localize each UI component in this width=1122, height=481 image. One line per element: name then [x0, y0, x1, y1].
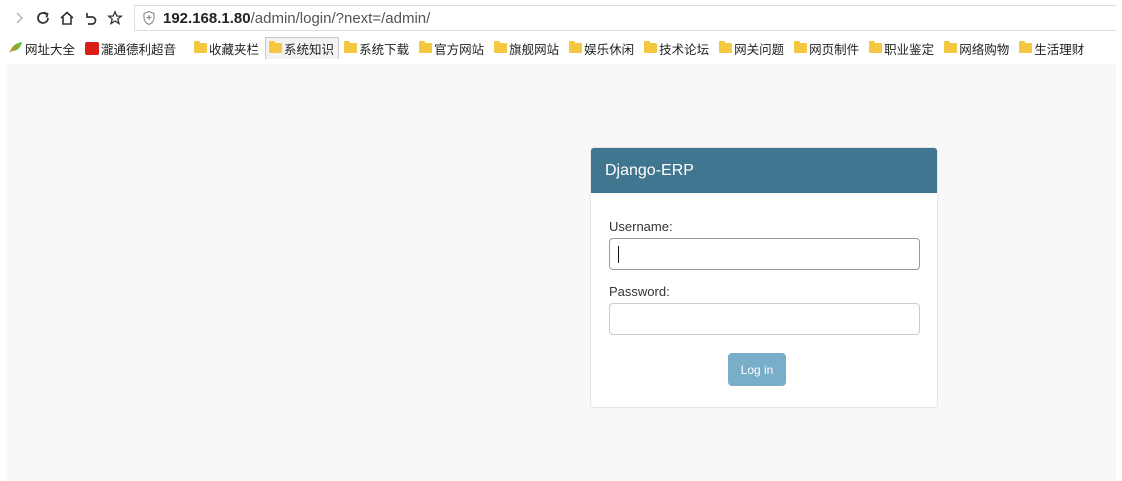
site-title: Django-ERP	[605, 161, 694, 179]
bookmark-label: 生活理财	[1034, 41, 1085, 57]
bookmark-label: 职业鉴定	[884, 41, 935, 57]
folder-icon	[944, 41, 958, 53]
url-host: 192.168.1.80	[163, 9, 251, 27]
home-button[interactable]	[56, 7, 78, 29]
folder-icon	[719, 41, 733, 53]
bookmark-label: 系统知识	[284, 41, 335, 57]
undo-icon	[86, 13, 97, 25]
bookmark-folder[interactable]: 官方网站	[415, 37, 489, 59]
browser-toolbar: 192.168.1.80/admin/login/?next=/admin/	[0, 0, 1122, 36]
reload-button[interactable]	[32, 7, 54, 29]
star-icon	[107, 10, 123, 26]
undo-button[interactable]	[80, 7, 102, 29]
bookmark-folder[interactable]: 网络购物	[940, 37, 1014, 59]
password-input[interactable]	[609, 303, 920, 335]
bookmarks-bar: 网址大全 瀧通德利超音 收藏夹栏 系统知识 系统下载 官方网站 旗舰网站 娱乐休…	[0, 37, 1122, 59]
password-label: Password:	[609, 284, 670, 299]
bookmark-folder[interactable]: 技术论坛	[640, 37, 714, 59]
bookmark-folder[interactable]: 收藏夹栏	[190, 37, 264, 59]
folder-icon	[794, 41, 808, 53]
bookmark-folder[interactable]: 娱乐休闲	[565, 37, 639, 59]
leaf-icon	[9, 41, 23, 56]
folder-icon	[194, 41, 208, 53]
bookmark-label: 收藏夹栏	[209, 41, 260, 57]
favorite-button[interactable]	[104, 7, 126, 29]
home-icon	[60, 11, 74, 25]
login-form: Django-ERP Username: Password: Log in	[590, 147, 938, 408]
folder-icon	[1019, 41, 1033, 53]
folder-icon	[269, 41, 283, 53]
folder-icon	[494, 41, 508, 53]
bookmark-item[interactable]: 网址大全	[0, 37, 80, 59]
bookmark-label: 网址大全	[25, 41, 76, 57]
bookmark-label: 网络购物	[959, 41, 1010, 57]
text-cursor	[618, 246, 619, 263]
bookmark-label: 网页制件	[809, 41, 860, 57]
bookmark-label: 技术论坛	[659, 41, 710, 57]
bookmark-folder[interactable]: 系统下载	[340, 37, 414, 59]
login-button[interactable]: Log in	[728, 353, 786, 386]
folder-icon	[419, 41, 433, 53]
chevron-right-icon	[16, 12, 24, 24]
forward-button[interactable]	[8, 7, 30, 29]
bookmark-label: 旗舰网站	[509, 41, 560, 57]
bookmark-item[interactable]: 瀧通德利超音	[81, 37, 181, 59]
bookmark-folder[interactable]: 旗舰网站	[490, 37, 564, 59]
username-input[interactable]	[609, 238, 920, 270]
bookmark-folder[interactable]: 网关问题	[715, 37, 789, 59]
bookmark-label: 网关问题	[734, 41, 785, 57]
folder-icon	[644, 41, 658, 53]
bookmark-label: 官方网站	[434, 41, 485, 57]
bookmark-label: 系统下载	[359, 41, 410, 57]
bookmark-folder[interactable]: 生活理财	[1015, 37, 1089, 59]
bookmark-folder[interactable]: 网页制件	[790, 37, 864, 59]
shield-icon	[141, 10, 157, 26]
reload-icon	[37, 11, 49, 24]
site-header: Django-ERP	[591, 148, 937, 193]
folder-icon	[344, 41, 358, 53]
url-path: /admin/login/?next=/admin/	[250, 9, 431, 27]
red-square-icon	[85, 41, 100, 55]
folder-icon	[569, 41, 583, 53]
folder-icon	[869, 41, 883, 53]
address-bar[interactable]: 192.168.1.80/admin/login/?next=/admin/	[134, 5, 1116, 31]
page-content: Django-ERP Username: Password: Log in	[7, 64, 1116, 481]
username-label: Username:	[609, 219, 673, 234]
browser-window: 192.168.1.80/admin/login/?next=/admin/ 网…	[0, 0, 1122, 481]
bookmark-folder-active[interactable]: 系统知识	[265, 37, 340, 59]
bookmark-folder[interactable]: 职业鉴定	[865, 37, 939, 59]
bookmark-label: 娱乐休闲	[584, 41, 635, 57]
bookmark-label: 瀧通德利超音	[101, 41, 177, 57]
